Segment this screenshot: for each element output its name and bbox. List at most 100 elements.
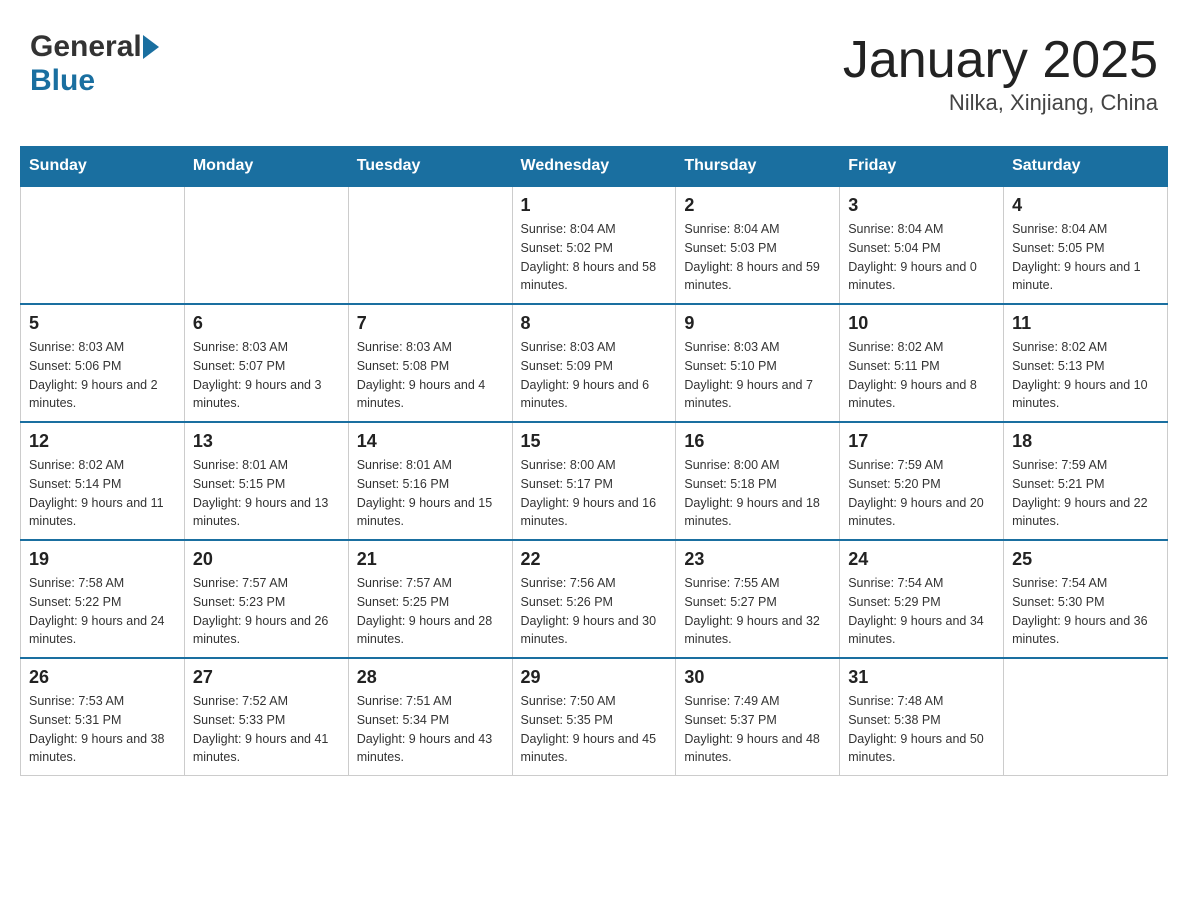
day-info: Sunrise: 7:56 AMSunset: 5:26 PMDaylight:… [521,574,668,649]
day-info: Sunrise: 8:04 AMSunset: 5:03 PMDaylight:… [684,220,831,295]
day-info: Sunrise: 8:04 AMSunset: 5:04 PMDaylight:… [848,220,995,295]
calendar-header: SundayMondayTuesdayWednesdayThursdayFrid… [21,147,1168,187]
logo-triangle-icon [143,35,159,59]
calendar-cell: 2 Sunrise: 8:04 AMSunset: 5:03 PMDaylight… [676,186,840,304]
day-number: 2 [684,195,831,216]
calendar-cell: 19 Sunrise: 7:58 AMSunset: 5:22 PMDayligh… [21,540,185,658]
calendar-cell [348,186,512,304]
calendar-cell: 12Sunrise: 8:02 AMSunset: 5:14 PMDayligh… [21,422,185,540]
day-number: 31 [848,667,995,688]
day-number: 29 [521,667,668,688]
day-info: Sunrise: 7:50 AMSunset: 5:35 PMDaylight:… [521,692,668,767]
calendar-cell: 27 Sunrise: 7:52 AMSunset: 5:33 PMDayligh… [184,658,348,776]
day-number: 9 [684,313,831,334]
calendar-cell: 3 Sunrise: 8:04 AMSunset: 5:04 PMDaylight… [840,186,1004,304]
day-info: Sunrise: 8:04 AMSunset: 5:05 PMDaylight:… [1012,220,1159,295]
day-number: 16 [684,431,831,452]
day-number: 25 [1012,549,1159,570]
day-of-week-sunday: Sunday [21,147,185,187]
logo-row1: General [30,30,160,64]
title-section: January 2025 Nilka, Xinjiang, China [843,30,1158,116]
day-of-week-saturday: Saturday [1004,147,1168,187]
calendar-cell: 4 Sunrise: 8:04 AMSunset: 5:05 PMDaylight… [1004,186,1168,304]
day-info: Sunrise: 7:59 AMSunset: 5:21 PMDaylight:… [1012,456,1159,531]
day-number: 22 [521,549,668,570]
calendar-cell [184,186,348,304]
day-number: 18 [1012,431,1159,452]
day-of-week-friday: Friday [840,147,1004,187]
calendar-cell: 28 Sunrise: 7:51 AMSunset: 5:34 PMDayligh… [348,658,512,776]
day-of-week-monday: Monday [184,147,348,187]
day-number: 7 [357,313,504,334]
week-row-3: 12Sunrise: 8:02 AMSunset: 5:14 PMDayligh… [21,422,1168,540]
day-number: 17 [848,431,995,452]
calendar-cell: 23Sunrise: 7:55 AMSunset: 5:27 PMDayligh… [676,540,840,658]
day-info: Sunrise: 7:54 AMSunset: 5:29 PMDaylight:… [848,574,995,649]
calendar-cell: 31 Sunrise: 7:48 AMSunset: 5:38 PMDayligh… [840,658,1004,776]
calendar-cell: 11 Sunrise: 8:02 AMSunset: 5:13 PMDayligh… [1004,304,1168,422]
day-info: Sunrise: 7:53 AMSunset: 5:31 PMDaylight:… [29,692,176,767]
calendar-cell: 18 Sunrise: 7:59 AMSunset: 5:21 PMDayligh… [1004,422,1168,540]
day-number: 1 [521,195,668,216]
days-of-week-row: SundayMondayTuesdayWednesdayThursdayFrid… [21,147,1168,187]
location: Nilka, Xinjiang, China [843,90,1158,116]
calendar-body: 1Sunrise: 8:04 AMSunset: 5:02 PMDaylight… [21,186,1168,776]
calendar-cell: 7 Sunrise: 8:03 AMSunset: 5:08 PMDaylight… [348,304,512,422]
day-info: Sunrise: 7:51 AMSunset: 5:34 PMDaylight:… [357,692,504,767]
calendar-cell: 13Sunrise: 8:01 AMSunset: 5:15 PMDayligh… [184,422,348,540]
calendar-cell: 6Sunrise: 8:03 AMSunset: 5:07 PMDaylight… [184,304,348,422]
day-info: Sunrise: 8:03 AMSunset: 5:09 PMDaylight:… [521,338,668,413]
day-number: 28 [357,667,504,688]
day-info: Sunrise: 8:03 AMSunset: 5:06 PMDaylight:… [29,338,176,413]
day-info: Sunrise: 8:00 AMSunset: 5:17 PMDaylight:… [521,456,668,531]
day-number: 19 [29,549,176,570]
week-row-4: 19 Sunrise: 7:58 AMSunset: 5:22 PMDayligh… [21,540,1168,658]
day-info: Sunrise: 8:01 AMSunset: 5:15 PMDaylight:… [193,456,340,531]
calendar-cell: 25 Sunrise: 7:54 AMSunset: 5:30 PMDayligh… [1004,540,1168,658]
logo-blue-text: Blue [30,64,95,98]
day-info: Sunrise: 7:52 AMSunset: 5:33 PMDaylight:… [193,692,340,767]
day-number: 8 [521,313,668,334]
calendar-cell: 1Sunrise: 8:04 AMSunset: 5:02 PMDaylight… [512,186,676,304]
day-number: 21 [357,549,504,570]
calendar-cell: 30Sunrise: 7:49 AMSunset: 5:37 PMDayligh… [676,658,840,776]
day-number: 27 [193,667,340,688]
day-number: 4 [1012,195,1159,216]
day-info: Sunrise: 7:57 AMSunset: 5:25 PMDaylight:… [357,574,504,649]
calendar-cell [21,186,185,304]
calendar-cell: 20 Sunrise: 7:57 AMSunset: 5:23 PMDayligh… [184,540,348,658]
day-number: 6 [193,313,340,334]
logo-row2: Blue [30,64,95,98]
calendar-cell: 9Sunrise: 8:03 AMSunset: 5:10 PMDaylight… [676,304,840,422]
calendar-cell: 5Sunrise: 8:03 AMSunset: 5:06 PMDaylight… [21,304,185,422]
day-info: Sunrise: 7:57 AMSunset: 5:23 PMDaylight:… [193,574,340,649]
day-number: 3 [848,195,995,216]
day-number: 20 [193,549,340,570]
day-info: Sunrise: 7:49 AMSunset: 5:37 PMDaylight:… [684,692,831,767]
day-info: Sunrise: 7:55 AMSunset: 5:27 PMDaylight:… [684,574,831,649]
calendar-cell: 26Sunrise: 7:53 AMSunset: 5:31 PMDayligh… [21,658,185,776]
week-row-1: 1Sunrise: 8:04 AMSunset: 5:02 PMDaylight… [21,186,1168,304]
day-info: Sunrise: 8:01 AMSunset: 5:16 PMDaylight:… [357,456,504,531]
calendar-cell: 29 Sunrise: 7:50 AMSunset: 5:35 PMDayligh… [512,658,676,776]
day-info: Sunrise: 7:54 AMSunset: 5:30 PMDaylight:… [1012,574,1159,649]
calendar: SundayMondayTuesdayWednesdayThursdayFrid… [20,146,1168,776]
day-number: 24 [848,549,995,570]
calendar-cell: 21 Sunrise: 7:57 AMSunset: 5:25 PMDayligh… [348,540,512,658]
day-of-week-wednesday: Wednesday [512,147,676,187]
day-info: Sunrise: 7:48 AMSunset: 5:38 PMDaylight:… [848,692,995,767]
week-row-5: 26Sunrise: 7:53 AMSunset: 5:31 PMDayligh… [21,658,1168,776]
calendar-cell: 15 Sunrise: 8:00 AMSunset: 5:17 PMDayligh… [512,422,676,540]
day-number: 14 [357,431,504,452]
day-info: Sunrise: 7:58 AMSunset: 5:22 PMDaylight:… [29,574,176,649]
calendar-cell: 24 Sunrise: 7:54 AMSunset: 5:29 PMDayligh… [840,540,1004,658]
calendar-cell [1004,658,1168,776]
logo: General Blue [30,30,160,98]
day-number: 11 [1012,313,1159,334]
logo-general-text: General [30,30,142,64]
day-number: 12 [29,431,176,452]
day-info: Sunrise: 8:03 AMSunset: 5:08 PMDaylight:… [357,338,504,413]
day-number: 15 [521,431,668,452]
day-info: Sunrise: 8:02 AMSunset: 5:13 PMDaylight:… [1012,338,1159,413]
calendar-cell: 17Sunrise: 7:59 AMSunset: 5:20 PMDayligh… [840,422,1004,540]
